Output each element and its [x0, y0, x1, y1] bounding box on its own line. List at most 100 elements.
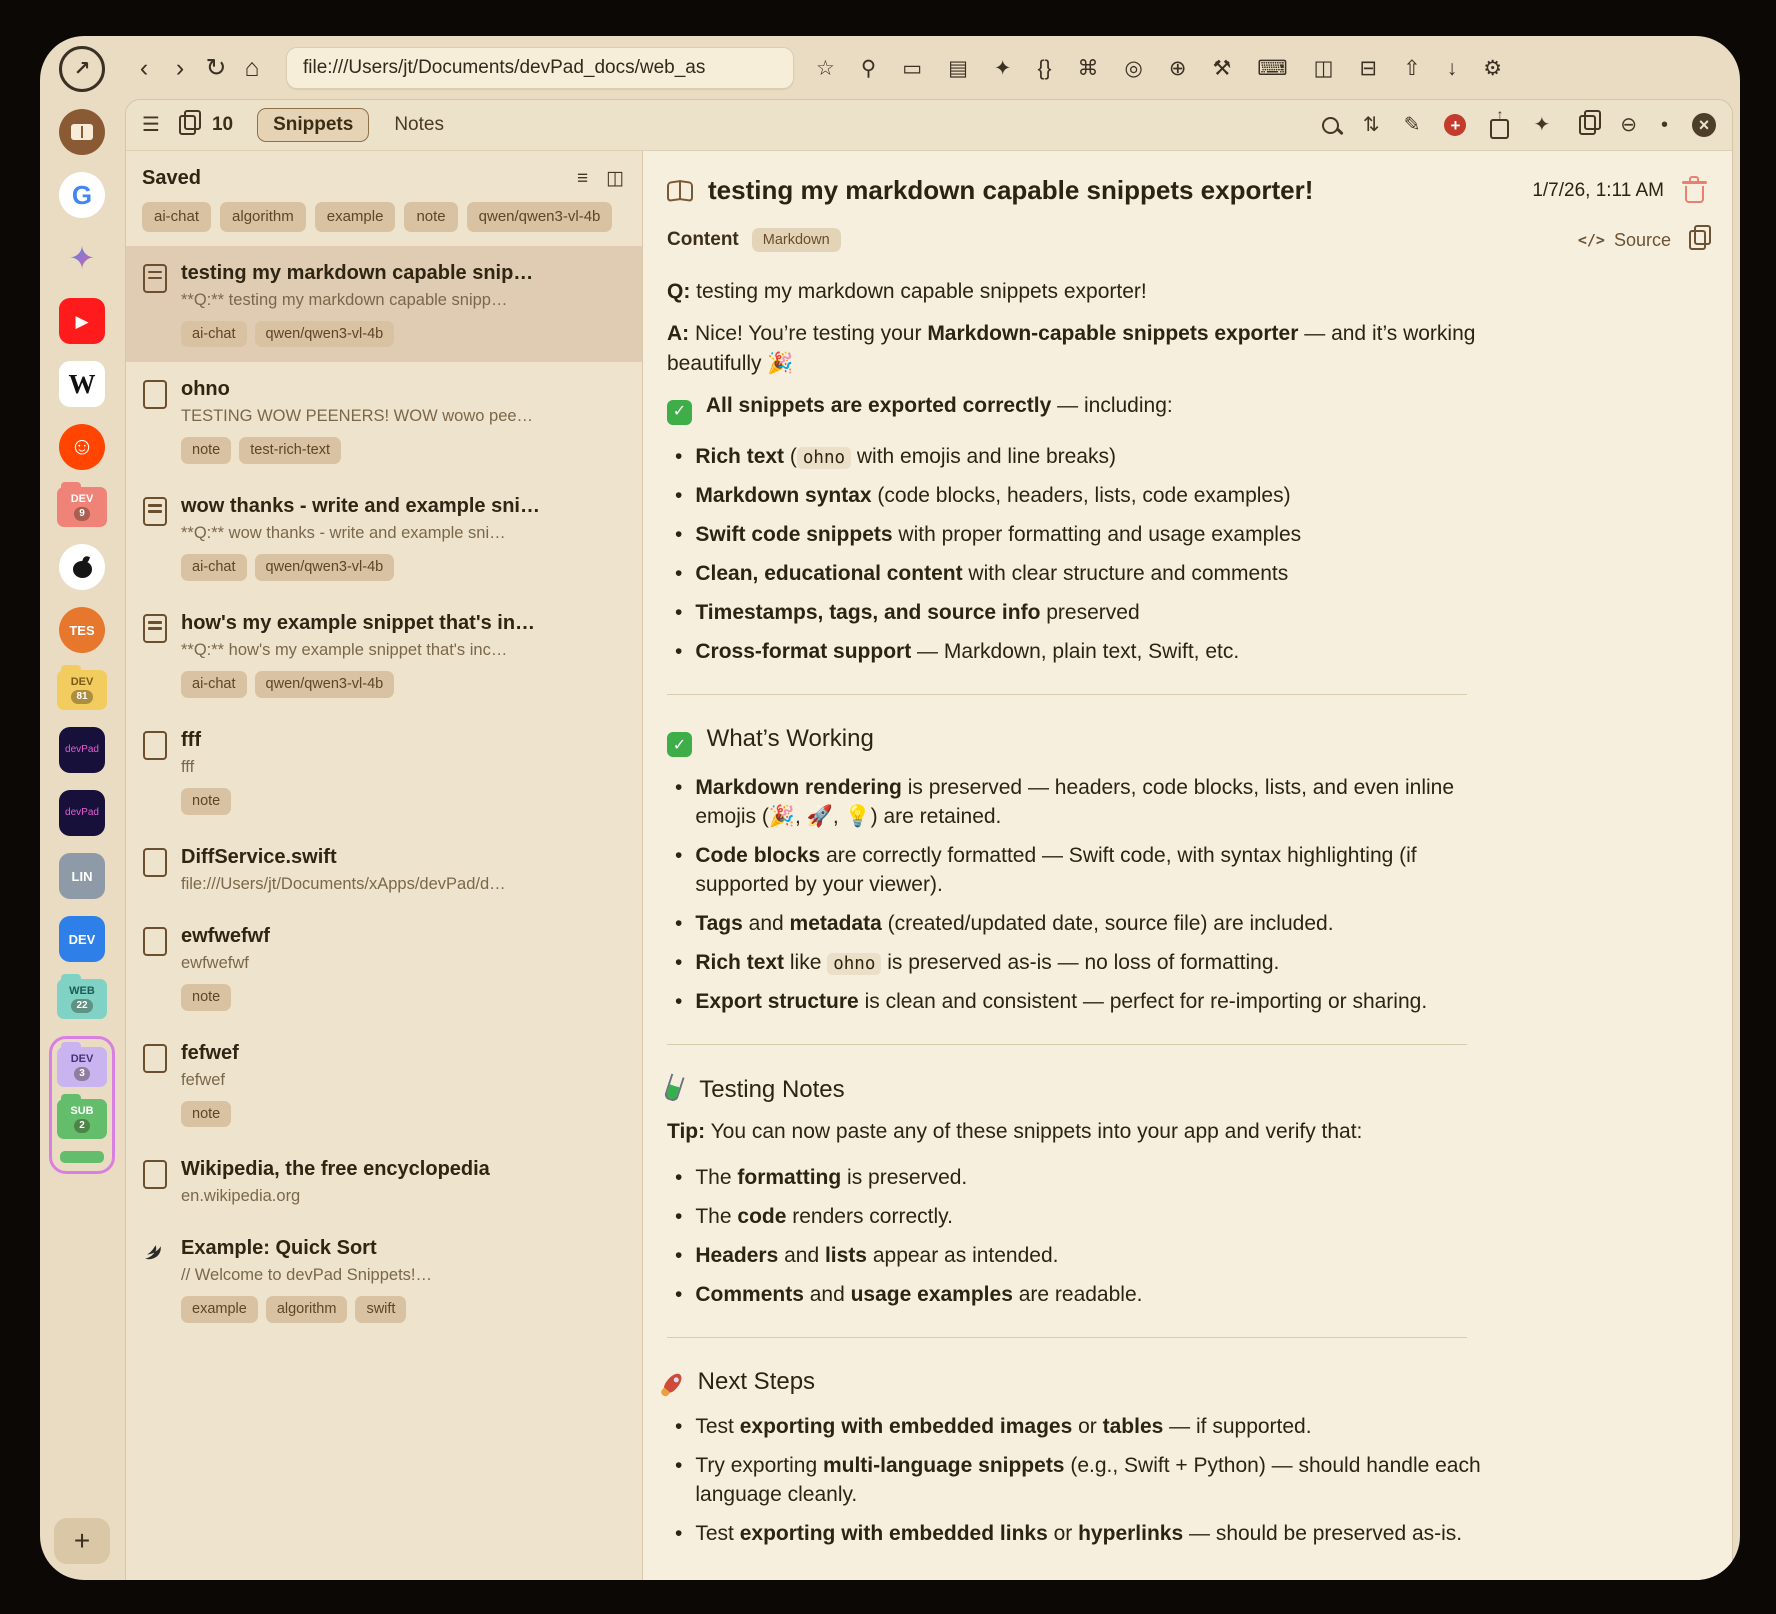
compose-icon[interactable]: ✎ [1404, 115, 1421, 135]
settings-gear-icon[interactable]: ⚙ [1483, 58, 1502, 79]
rail-devpad-app-1-icon[interactable]: devPad [59, 727, 105, 773]
rail-add-space-button[interactable]: + [54, 1518, 110, 1564]
remove-icon[interactable]: ⊖ [1620, 115, 1637, 135]
bullet-marker: • [675, 1281, 682, 1310]
list-item[interactable]: how's my example snippet that's in…**Q:*… [126, 596, 642, 713]
md-bullet-list: •Markdown rendering is preserved — heade… [667, 769, 1491, 1022]
rail-folder-dev-purple-icon[interactable]: DEV3 [57, 1047, 107, 1087]
rail-devpad-app-2-icon[interactable]: devPad [59, 790, 105, 836]
capture-icon[interactable]: ◎ [1125, 58, 1143, 79]
copy-all-icon[interactable] [1579, 115, 1596, 135]
search-icon[interactable] [1322, 117, 1339, 134]
tes-site-glyph: TES [69, 624, 94, 637]
globe-icon[interactable]: ⊕ [1169, 58, 1187, 79]
close-icon[interactable] [1692, 113, 1716, 137]
list-item-tags: note [181, 788, 626, 815]
export-share-icon[interactable] [1490, 119, 1509, 139]
rail-tes-site-icon[interactable]: TES [59, 607, 105, 653]
bookmark-star-icon[interactable]: ☆ [816, 58, 835, 79]
add-icon[interactable] [1444, 114, 1466, 136]
rail-folder-sub-icon[interactable]: SUB2 [57, 1099, 107, 1139]
list-item-title: fff [181, 729, 626, 752]
select-items-icon[interactable]: ≡ [577, 169, 588, 188]
reload-icon[interactable]: ↻ [198, 56, 234, 81]
ai-sparkle-icon[interactable]: ✦ [1533, 115, 1550, 135]
filter-chip[interactable]: qwen/qwen3-vl-4b [467, 202, 613, 232]
tag-chip: qwen/qwen3-vl-4b [255, 321, 395, 348]
rail-apple-icon[interactable] [59, 544, 105, 590]
list-item[interactable]: ewfwefwfewfwefwfnote [126, 909, 642, 1026]
pages-icon[interactable] [179, 115, 196, 135]
bullet-text: The formatting is preserved. [695, 1164, 967, 1193]
address-bar[interactable]: file:///Users/jt/Documents/devPad_docs/w… [286, 47, 794, 89]
rail-folder-partial-icon[interactable] [60, 1151, 104, 1163]
toggle-panel-icon[interactable]: ◫ [606, 169, 624, 188]
list-item-title: wow thanks - write and example sni… [181, 495, 626, 518]
copy-content-button[interactable] [1689, 230, 1706, 250]
bullet-marker: • [675, 910, 682, 939]
dev-doc-glyph: DEV [69, 933, 96, 946]
rail-folder-dev-red-icon[interactable]: DEV9 [57, 487, 107, 527]
list-item-body: ewfwefwfewfwefwfnote [181, 925, 626, 1011]
md-heading: Testing Notes [667, 1075, 1491, 1104]
tab-snippets[interactable]: Snippets [257, 108, 369, 142]
pin-icon[interactable]: ⚲ [861, 58, 876, 79]
browser-toolbar: ‹›↻⌂ file:///Users/jt/Documents/devPad_d… [124, 36, 1740, 100]
list-item[interactable]: Example: Quick Sort// Welcome to devPad … [126, 1221, 642, 1338]
filter-chip[interactable]: ai-chat [142, 202, 211, 232]
trash-button[interactable] [1685, 186, 1704, 203]
filter-chip[interactable]: example [315, 202, 396, 232]
reader-icon[interactable]: ▤ [948, 58, 968, 79]
rail-orion-menu-icon[interactable]: ↗ [59, 46, 105, 92]
chrome-actions: ☆ ⚲ ▭ ▤ ✦ {} ⌘ ◎ ⊕ ⚒ ⌨ ◫ ⊟ ⇧ ↓ ⚙ [816, 58, 1502, 79]
split-columns-icon[interactable]: ◫ [1314, 58, 1334, 79]
list-item[interactable]: wow thanks - write and example sni…**Q:*… [126, 479, 642, 596]
share-icon[interactable]: ⇧ [1403, 58, 1421, 79]
list-item[interactable]: Wikipedia, the free encyclopediaen.wikip… [126, 1142, 642, 1221]
dev-braces-icon[interactable]: {} [1038, 58, 1052, 79]
rail-folder-dev-yellow-icon[interactable]: DEV81 [57, 670, 107, 710]
format-badge: Markdown [752, 228, 841, 252]
md-bullet: •Timestamps, tags, and source info prese… [667, 594, 1491, 633]
list-item[interactable]: ffffffnote [126, 713, 642, 830]
list-item[interactable]: testing my markdown capable snip…**Q:** … [126, 246, 642, 363]
bullet-marker: • [675, 521, 682, 550]
downloads-icon[interactable]: ↓ [1447, 58, 1458, 79]
rail-folder-web-icon[interactable]: WEB22 [57, 979, 107, 1019]
list-item[interactable]: ohnoTESTING WOW PEENERS! WOW wowo pee…no… [126, 362, 642, 479]
rail-reddit-icon[interactable]: ☺ [59, 424, 105, 470]
rail-youtube-icon[interactable]: ▶ [59, 298, 105, 344]
devpad-app: ☰ 10 SnippetsNotes ⇅✎✦⊖• Saved ≡◫ ai-cha… [126, 100, 1732, 1580]
rail-lin-app-icon[interactable]: LIN [59, 853, 105, 899]
content-bar: Content Markdown </> Source [643, 218, 1732, 256]
back-icon[interactable]: ‹ [126, 56, 162, 81]
filter-chip[interactable]: algorithm [220, 202, 306, 232]
rail-google-icon[interactable]: G [59, 172, 105, 218]
record-dot-icon[interactable]: • [1661, 115, 1668, 135]
bullet-marker: • [675, 949, 682, 978]
list-item[interactable]: DiffService.swiftfile:///Users/jt/Docume… [126, 830, 642, 909]
tag-chip: example [181, 1296, 258, 1323]
command-icon[interactable]: ⌘ [1078, 58, 1099, 79]
home-icon[interactable]: ⌂ [234, 56, 270, 81]
ai-assist-icon[interactable]: ✦ [994, 58, 1012, 79]
forward-icon[interactable]: › [162, 56, 198, 81]
tools-icon[interactable]: ⚒ [1212, 58, 1231, 79]
source-code-icon: </> [1578, 231, 1605, 249]
screen-share-icon[interactable]: ▭ [902, 58, 922, 79]
filter-chip[interactable]: note [404, 202, 457, 232]
rail-gemini-icon[interactable]: ✦ [59, 235, 105, 281]
sort-icon[interactable]: ⇅ [1363, 115, 1380, 135]
list-item[interactable]: fefweffefwefnote [126, 1026, 642, 1143]
tab-notes[interactable]: Notes [379, 109, 459, 141]
menu-icon[interactable]: ☰ [142, 115, 160, 135]
rail-dev-doc-icon[interactable]: DEV [59, 916, 105, 962]
md-paragraph: Q: testing my markdown capable snippets … [667, 277, 1491, 306]
source-button[interactable]: </> Source [1578, 230, 1671, 251]
split-rows-icon[interactable]: ⊟ [1359, 58, 1377, 79]
rail-wikipedia-icon[interactable]: W [59, 361, 105, 407]
terminal-icon[interactable]: ⌨ [1257, 58, 1287, 79]
md-paragraph: ✓ All snippets are exported correctly — … [667, 391, 1491, 425]
rail-bookmarks-icon[interactable] [59, 109, 105, 155]
list-item-title: fefwef [181, 1042, 626, 1065]
